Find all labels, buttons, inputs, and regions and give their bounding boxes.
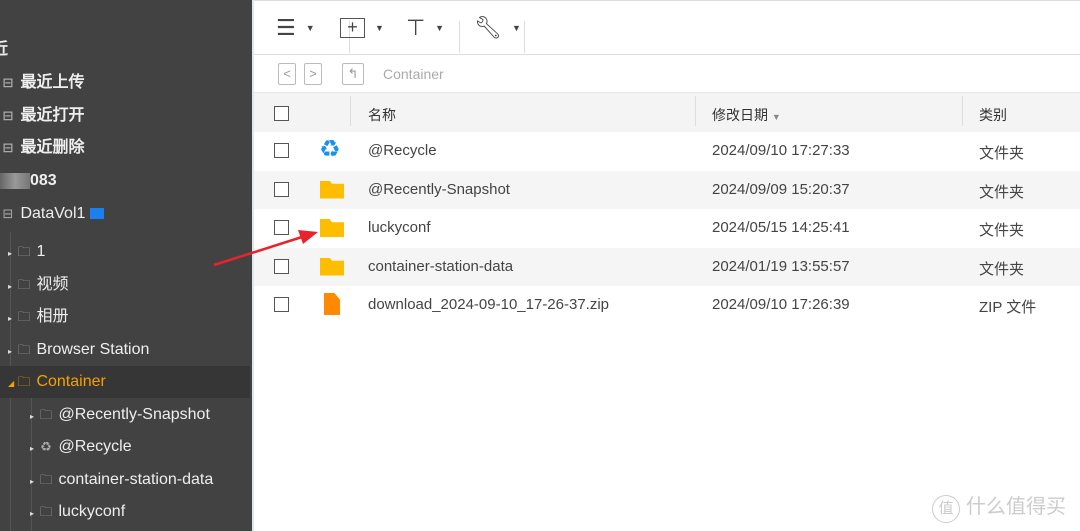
annotation-arrow: [213, 230, 318, 267]
watermark: 值什么值得买: [932, 490, 1066, 523]
